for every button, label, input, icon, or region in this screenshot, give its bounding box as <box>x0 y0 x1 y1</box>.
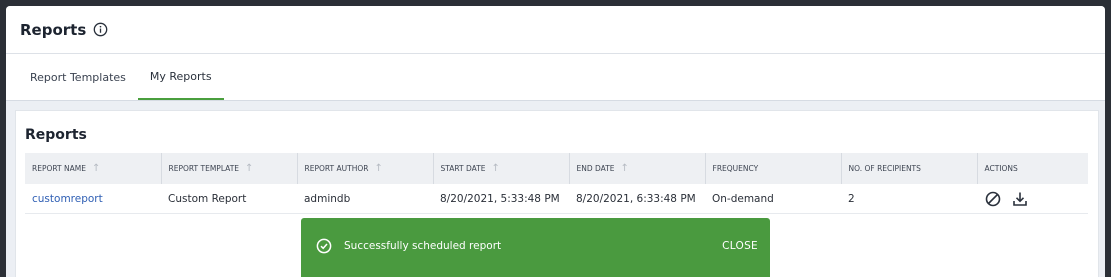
table-header-row: REPORT NAME ↑ REPORT TEMPLATE ↑ REPORT AUT… <box>25 153 1088 184</box>
column-header-report-author[interactable]: REPORT AUTHOR ↑ <box>297 153 434 184</box>
sort-arrow-icon[interactable]: ↑ <box>621 163 629 174</box>
cell-recipients: 2 <box>841 184 977 214</box>
column-header-end-date[interactable]: END DATE ↑ <box>569 153 706 184</box>
column-header-report-template[interactable]: REPORT TEMPLATE ↑ <box>161 153 298 184</box>
cell-start-date: 8/20/2021, 5:33:48 PM <box>433 184 569 214</box>
table-row: customreport Custom Report admindb 8/20/… <box>25 184 1088 214</box>
report-name-link[interactable]: customreport <box>25 184 161 214</box>
check-circle-icon <box>316 238 332 254</box>
column-header-recipients: NO. OF RECIPIENTS <box>841 153 978 184</box>
column-header-report-name[interactable]: REPORT NAME ↑ <box>25 153 162 184</box>
column-header-start-date[interactable]: START DATE ↑ <box>433 153 570 184</box>
tabs-bar: Report Templates My Reports <box>6 54 1105 101</box>
download-icon[interactable] <box>1011 190 1029 208</box>
panel-title: Reports <box>25 127 87 143</box>
cell-end-date: 8/20/2021, 6:33:48 PM <box>569 184 705 214</box>
sort-arrow-icon[interactable]: ↑ <box>374 163 382 174</box>
cell-template: Custom Report <box>161 184 297 214</box>
success-toast: Successfully scheduled report CLOSE <box>301 218 770 277</box>
column-header-actions: ACTIONS <box>977 153 1088 184</box>
page-title: Reports <box>20 20 87 39</box>
cell-author: admindb <box>297 184 433 214</box>
cancel-icon[interactable] <box>984 190 1002 208</box>
cell-frequency: On-demand <box>705 184 841 214</box>
tab-report-templates[interactable]: Report Templates <box>18 54 138 100</box>
tab-my-reports[interactable]: My Reports <box>137 54 224 100</box>
sort-arrow-icon[interactable]: ↑ <box>492 163 500 174</box>
toast-message: Successfully scheduled report <box>344 239 502 252</box>
sort-arrow-icon[interactable]: ↑ <box>92 163 100 174</box>
toast-close-button[interactable]: CLOSE <box>722 240 758 252</box>
reports-table: REPORT NAME ↑ REPORT TEMPLATE ↑ REPORT AUT… <box>25 153 1088 214</box>
app-window: Reports Report Templates My Reports Repo… <box>6 6 1105 277</box>
info-icon[interactable] <box>93 22 108 37</box>
sort-arrow-icon[interactable]: ↑ <box>245 163 253 174</box>
cell-actions <box>977 184 1088 214</box>
column-header-frequency: FREQUENCY <box>705 153 842 184</box>
page-header: Reports <box>6 6 1105 54</box>
